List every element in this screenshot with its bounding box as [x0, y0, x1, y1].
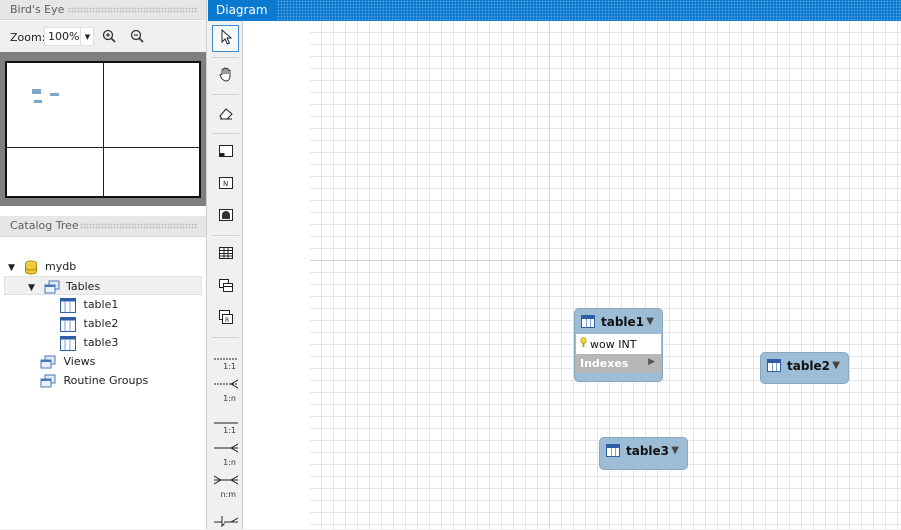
- zoom-bar: Zoom: 100% ▼: [0, 21, 206, 52]
- diagram-table1[interactable]: table1 ▼ wow INT Indexes ▶: [574, 308, 663, 382]
- minimap-table2: [50, 93, 59, 96]
- birds-eye-header: Bird's Eye: [0, 0, 206, 20]
- table-tool[interactable]: [212, 241, 239, 268]
- routine-group-icon: R: [218, 309, 234, 328]
- tree-item-routine-groups[interactable]: Routine Groups: [40, 371, 148, 390]
- diagram-tab-header: Diagram: [208, 0, 901, 21]
- image-tool[interactable]: [212, 203, 239, 230]
- tree-item-table2[interactable]: table2: [60, 314, 118, 333]
- tree-item-views[interactable]: Views: [40, 352, 95, 371]
- eraser-tool[interactable]: [212, 101, 239, 128]
- relationship-double-crowfoot-icon: [213, 475, 239, 488]
- routines-folder-icon: [40, 374, 56, 389]
- primary-key-icon: [580, 337, 587, 348]
- birds-eye-title: Bird's Eye: [10, 3, 65, 16]
- minimap-table1: [32, 89, 41, 94]
- zoom-in-icon[interactable]: [101, 28, 117, 44]
- catalog-tree-title: Catalog Tree: [10, 219, 79, 232]
- relationship-existing-tool[interactable]: [212, 509, 239, 529]
- relationship-1-1-identifying-tool[interactable]: 1:1: [212, 409, 239, 435]
- table-label: table1: [83, 298, 119, 311]
- tree-item-table1[interactable]: table1: [60, 295, 118, 314]
- expand-indexes-icon[interactable]: ▶: [648, 357, 655, 367]
- diagram-title[interactable]: Diagram: [208, 0, 276, 21]
- relationship-dashed-crowfoot-icon: [214, 379, 239, 392]
- collapse-arrow-icon[interactable]: ▼: [646, 316, 654, 327]
- table-icon: [581, 315, 595, 328]
- hand-icon: [218, 66, 234, 85]
- relationship-pick-icon: [214, 513, 239, 530]
- table-label: table2: [83, 317, 119, 330]
- tables-label: Tables: [66, 280, 101, 293]
- relationship-solid-crowfoot-icon: [214, 443, 239, 456]
- relationship-1-n-identifying-tool[interactable]: 1:n: [212, 441, 239, 467]
- layer-tool[interactable]: [212, 139, 239, 166]
- zoom-value: 100%: [48, 30, 80, 43]
- tree-item-table3[interactable]: table3: [60, 333, 118, 352]
- table-icon: [767, 359, 781, 372]
- diagram-margin: [243, 21, 310, 529]
- pointer-icon: [219, 28, 233, 48]
- catalog-tree-header: Catalog Tree: [0, 216, 206, 237]
- table-icon: [606, 444, 620, 457]
- expand-arrow-icon[interactable]: ▼: [28, 279, 40, 298]
- routines-label: Routine Groups: [63, 374, 149, 387]
- minimap-table3: [34, 100, 42, 103]
- note-tool[interactable]: N: [212, 171, 239, 198]
- catalog-tree: ▼ mydb ▼ Tables table1 table2 table3 Vie…: [0, 238, 206, 529]
- relationship-1-1-tool[interactable]: 1:1: [212, 345, 239, 371]
- diagram-table3[interactable]: table3 ▼: [599, 437, 688, 470]
- indexes-label: Indexes: [580, 357, 629, 370]
- svg-text:R: R: [225, 317, 229, 324]
- column-row[interactable]: wow INT: [576, 334, 661, 354]
- routine-group-tool[interactable]: R: [212, 305, 239, 332]
- relationship-1-n-tool[interactable]: 1:n: [212, 377, 239, 403]
- column-label: wow INT: [590, 338, 637, 351]
- hand-tool[interactable]: [212, 62, 239, 89]
- relationship-label: n:m: [220, 490, 236, 499]
- tree-item-tables[interactable]: ▼ Tables: [4, 276, 202, 295]
- birds-eye-view[interactable]: [0, 52, 206, 206]
- new-table-icon: [218, 246, 234, 263]
- table-label: table3: [83, 336, 119, 349]
- diagram-table2[interactable]: table2 ▼: [760, 352, 849, 384]
- eraser-icon: [218, 106, 234, 123]
- database-icon: [24, 260, 38, 275]
- birds-eye-canvas[interactable]: [5, 61, 201, 198]
- relationship-n-m-tool[interactable]: n:m: [212, 473, 239, 499]
- indexes-section[interactable]: Indexes ▶: [576, 354, 661, 373]
- views-folder-icon: [40, 355, 56, 370]
- views-label: Views: [63, 355, 96, 368]
- schema-label: mydb: [45, 260, 77, 273]
- zoom-dropdown-icon[interactable]: ▼: [80, 28, 94, 45]
- diagram-toolbar: N R 1:1 1:n 1:1 1:n n:m: [208, 21, 243, 529]
- layer-icon: [218, 144, 234, 161]
- table-title: table3: [626, 444, 670, 458]
- table-title: table1: [601, 315, 645, 329]
- zoom-out-icon[interactable]: [129, 28, 145, 44]
- new-view-icon: [218, 278, 234, 296]
- relationship-label: 1:1: [223, 362, 236, 371]
- collapse-arrow-icon[interactable]: ▼: [832, 360, 840, 371]
- tables-folder-icon: [44, 280, 60, 295]
- relationship-label: 1:n: [223, 394, 236, 403]
- relationship-label: 1:1: [223, 426, 236, 435]
- table-icon: [60, 297, 76, 313]
- relationship-label: 1:n: [223, 458, 236, 467]
- left-sidebar: Bird's Eye Zoom: 100% ▼ Catalog Tree ▼ m…: [0, 0, 207, 529]
- image-icon: [218, 208, 234, 225]
- table-icon: [60, 316, 76, 332]
- table-icon: [60, 335, 76, 351]
- tree-item-mydb[interactable]: ▼ mydb: [8, 257, 76, 276]
- diagram-canvas[interactable]: table1 ▼ wow INT Indexes ▶ table2 ▼ tabl…: [310, 21, 901, 529]
- table-title: table2: [787, 359, 831, 373]
- view-tool[interactable]: [212, 273, 239, 300]
- zoom-label: Zoom:: [10, 31, 46, 44]
- note-icon: N: [218, 176, 234, 193]
- collapse-arrow-icon[interactable]: ▼: [671, 445, 679, 456]
- svg-text:N: N: [223, 180, 228, 188]
- select-tool[interactable]: [212, 25, 239, 52]
